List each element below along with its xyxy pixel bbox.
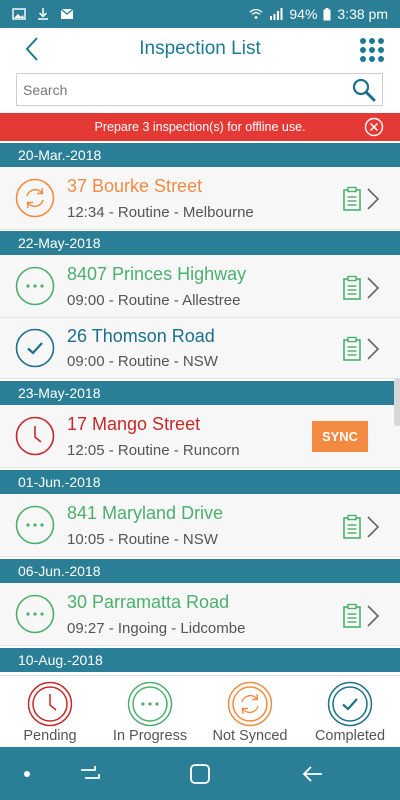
search-icon[interactable] [350, 76, 378, 104]
clipboard-icon[interactable] [342, 275, 362, 301]
download-icon [38, 8, 48, 20]
signal-icon [270, 8, 283, 20]
tab-label: Not Synced [212, 728, 288, 744]
chevron-right-icon [367, 516, 380, 538]
chevron-right-icon [367, 605, 380, 627]
clock-icon [15, 416, 55, 456]
clipboard-icon[interactable] [342, 336, 362, 362]
date-header: 22-May-2018 [0, 231, 400, 255]
close-icon[interactable] [364, 117, 384, 137]
tab-pending[interactable]: Pending [0, 676, 100, 747]
inspection-address: 37 Bourke Street [67, 176, 203, 196]
tab-completed[interactable]: Completed [300, 676, 400, 747]
tab-label: Pending [23, 728, 77, 744]
chevron-right-icon [367, 188, 380, 210]
search-input[interactable] [17, 74, 350, 105]
check-icon [15, 328, 55, 368]
date-header: 20-Mar.-2018 [0, 143, 400, 167]
dots-icon [127, 681, 173, 727]
inspection-row[interactable]: 37 Bourke Street 12:34 - Routine - Melbo… [0, 167, 400, 230]
inspection-address: 841 Maryland Drive [67, 503, 224, 523]
row-actions[interactable] [342, 335, 384, 363]
mail-icon [60, 8, 74, 19]
inspection-details: 09:00 - Routine - Allestree [67, 292, 241, 309]
page-title: Inspection List [139, 38, 261, 59]
tab-label: In Progress [112, 728, 188, 744]
inspection-details: 09:00 - Routine - NSW [67, 353, 218, 370]
chevron-left-icon [25, 37, 38, 61]
battery-icon [323, 7, 331, 20]
scrollbar-handle[interactable] [394, 378, 400, 426]
dots-icon [15, 594, 55, 634]
dots-icon [15, 266, 55, 306]
tab-label: Completed [314, 728, 386, 744]
inspection-details: 10:05 - Routine - NSW [67, 531, 218, 548]
check-icon [327, 681, 373, 727]
chevron-right-icon [367, 277, 380, 299]
inspection-address: 8407 Princes Highway [67, 264, 247, 284]
banner-text: Prepare 3 inspection(s) for offline use. [94, 120, 306, 134]
inspection-row[interactable]: 8407 Princes Highway 09:00 - Routine - A… [0, 255, 400, 318]
grid-menu-icon[interactable] [358, 36, 386, 64]
system-icons: 94% 3:38 pm [249, 6, 388, 22]
clock-time: 3:38 pm [337, 6, 388, 22]
inspection-address: 30 Parramatta Road [67, 592, 230, 612]
sync-icon [227, 681, 273, 727]
back-icon[interactable] [300, 761, 326, 787]
clock-icon [27, 681, 73, 727]
inspection-row[interactable]: 30 Parramatta Road 09:27 - Ingoing - Lid… [0, 583, 400, 646]
inspection-address: 26 Thomson Road [67, 326, 215, 346]
inspection-row[interactable]: 26 Thomson Road 09:00 - Routine - NSW [0, 318, 400, 379]
wifi-icon [249, 9, 263, 19]
inspection-details: 12:34 - Routine - Melbourne [67, 204, 254, 221]
sync-button[interactable]: SYNC [312, 421, 368, 452]
system-navigation-bar [0, 747, 400, 800]
tab-not-synced[interactable]: Not Synced [200, 676, 300, 747]
recent-apps-icon[interactable] [77, 761, 103, 787]
dot-icon[interactable] [14, 761, 40, 787]
row-actions[interactable] [342, 602, 384, 630]
inspection-row[interactable]: 841 Maryland Drive 10:05 - Routine - NSW [0, 494, 400, 557]
date-header: 10-Aug.-2018 [0, 648, 400, 672]
notification-icons [12, 8, 74, 20]
chevron-right-icon [367, 338, 380, 360]
back-button[interactable] [18, 34, 46, 64]
sync-icon [15, 178, 55, 218]
app-header: Inspection List [0, 28, 400, 70]
clipboard-icon[interactable] [342, 603, 362, 629]
image-icon [12, 8, 26, 20]
date-header: 23-May-2018 [0, 381, 400, 405]
date-header: 06-Jun.-2018 [0, 559, 400, 583]
row-actions[interactable] [342, 274, 384, 302]
offline-banner[interactable]: Prepare 3 inspection(s) for offline use. [0, 113, 400, 141]
home-icon[interactable] [187, 761, 213, 787]
inspection-details: 12:05 - Routine - Runcorn [67, 442, 240, 459]
battery-percent: 94% [289, 6, 318, 22]
dots-icon [15, 505, 55, 545]
inspection-address: 17 Mango Street [67, 414, 201, 434]
clipboard-icon[interactable] [342, 186, 362, 212]
inspection-details: 09:27 - Ingoing - Lidcombe [67, 620, 246, 637]
inspection-row[interactable]: 17 Mango Street 12:05 - Routine - Runcor… [0, 405, 400, 468]
status-tab-bar: Pending In Progress Not Synced Completed [0, 675, 400, 747]
row-actions[interactable] [342, 185, 384, 213]
search-bar [16, 73, 383, 106]
row-actions[interactable] [342, 513, 384, 541]
clipboard-icon[interactable] [342, 514, 362, 540]
status-bar: 94% 3:38 pm [0, 0, 400, 28]
tab-in-progress[interactable]: In Progress [100, 676, 200, 747]
date-header: 01-Jun.-2018 [0, 470, 400, 494]
